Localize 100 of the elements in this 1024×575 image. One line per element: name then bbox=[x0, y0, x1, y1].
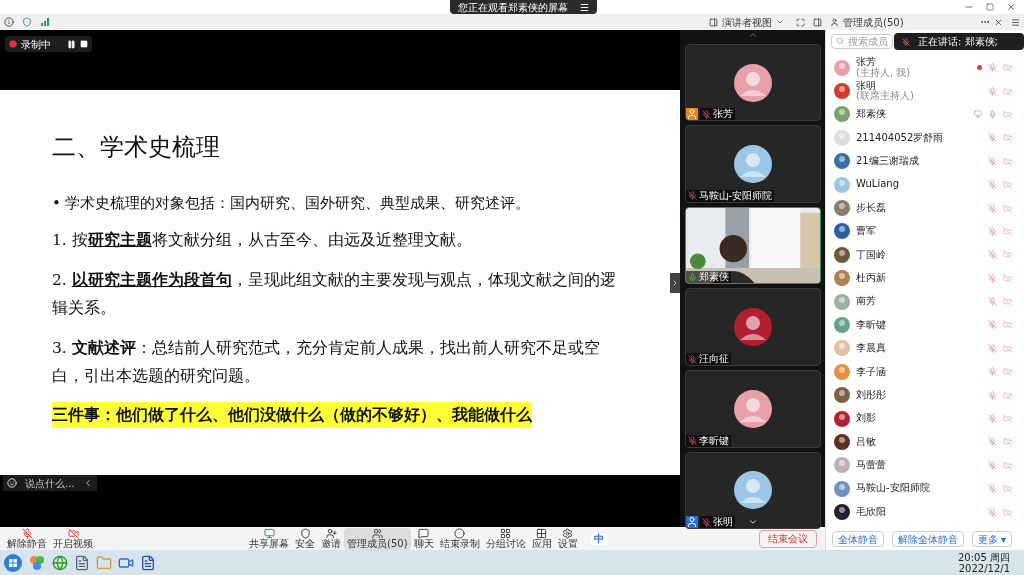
member-row[interactable]: 南芳 bbox=[826, 289, 1024, 314]
mic-off-icon[interactable] bbox=[988, 320, 997, 330]
member-row[interactable]: 李子涵 bbox=[826, 360, 1024, 384]
member-row[interactable]: 丁国岭 bbox=[826, 243, 1024, 267]
camera-off-icon[interactable] bbox=[1003, 109, 1012, 119]
banner-menu[interactable]: ☰ bbox=[580, 0, 589, 15]
mic-off-icon[interactable] bbox=[988, 156, 997, 166]
video-tile[interactable]: 李昕键 bbox=[684, 370, 821, 448]
member-row[interactable]: 马鞍山-安阳师院 bbox=[826, 477, 1024, 501]
app-icon[interactable] bbox=[28, 553, 46, 572]
camera-off-icon[interactable] bbox=[1003, 203, 1012, 213]
toolbar-button[interactable]: 安全 bbox=[292, 527, 318, 550]
mic-off-icon[interactable] bbox=[988, 180, 997, 190]
camera-off-icon[interactable] bbox=[1003, 460, 1012, 470]
video-tile[interactable]: 张明 bbox=[684, 451, 821, 530]
member-row[interactable]: 21编三谢瑞成 bbox=[826, 149, 1024, 173]
camera-off-icon[interactable] bbox=[1003, 63, 1012, 73]
camera-off-icon[interactable] bbox=[1003, 297, 1012, 307]
camera-off-icon[interactable] bbox=[1003, 86, 1012, 96]
camera-off-icon[interactable] bbox=[1003, 367, 1012, 377]
member-row[interactable]: 杜丙新 bbox=[826, 266, 1024, 290]
video-tile[interactable]: 汪向征 bbox=[684, 288, 821, 366]
camera-off-icon[interactable] bbox=[1003, 320, 1012, 330]
member-row[interactable]: 曹军 bbox=[826, 219, 1024, 244]
toolbar-button[interactable]: 共享屏幕 bbox=[246, 527, 292, 550]
toolbar-button[interactable]: 解除静音 bbox=[4, 527, 50, 550]
toolbar-button[interactable]: 分组讨论 bbox=[482, 527, 529, 550]
camera-off-icon[interactable] bbox=[1003, 343, 1012, 353]
member-action-button[interactable]: 解除全体静音 bbox=[891, 530, 964, 547]
mic-off-icon[interactable] bbox=[988, 86, 997, 96]
mic-off-icon[interactable] bbox=[988, 414, 997, 424]
camera-off-icon[interactable] bbox=[1003, 226, 1012, 236]
mic-off-icon[interactable] bbox=[988, 460, 997, 470]
maximize-icon[interactable] bbox=[986, 3, 994, 11]
camera-off-icon[interactable] bbox=[1003, 133, 1012, 143]
camera-off-icon[interactable] bbox=[1003, 484, 1012, 494]
camera-off-icon[interactable] bbox=[1003, 180, 1012, 190]
member-row[interactable]: 郑素侠 bbox=[826, 102, 1024, 127]
end-meeting-button[interactable]: 结束会议 bbox=[759, 529, 817, 548]
camera-off-icon[interactable] bbox=[1003, 390, 1012, 400]
chat-field[interactable]: 说点什么... bbox=[3, 475, 97, 491]
camera-off-icon[interactable] bbox=[1003, 414, 1012, 424]
member-row[interactable]: WuLiang bbox=[826, 172, 1024, 197]
scroll-down-icon[interactable] bbox=[747, 517, 758, 527]
mic-off-icon[interactable] bbox=[988, 437, 997, 447]
mic-off-icon[interactable] bbox=[988, 226, 997, 236]
mic-off-icon[interactable] bbox=[988, 63, 997, 73]
member-action-button[interactable]: 更多 ▾ bbox=[971, 530, 1012, 547]
toolbar-button[interactable]: 聊天 bbox=[410, 527, 437, 550]
mic-off-icon[interactable] bbox=[988, 297, 997, 307]
member-row[interactable]: 李昕键 bbox=[826, 313, 1024, 337]
mic-off-icon[interactable] bbox=[988, 133, 997, 143]
member-row[interactable]: 李晨真 bbox=[826, 336, 1024, 361]
toolbar-button[interactable]: 开启视频 bbox=[50, 527, 96, 550]
mic-off-icon[interactable] bbox=[988, 367, 997, 377]
member-row[interactable]: 刘影 bbox=[826, 406, 1024, 431]
menu-icon[interactable] bbox=[1011, 17, 1020, 27]
member-row[interactable]: 步长磊 bbox=[826, 196, 1024, 220]
toolbar-button[interactable]: 邀请 bbox=[318, 527, 344, 550]
member-row[interactable]: 张明 (联席主持人) bbox=[826, 79, 1024, 103]
document-icon[interactable] bbox=[74, 554, 90, 571]
member-row[interactable]: 马蕾蕾 bbox=[826, 453, 1024, 478]
camera-off-icon[interactable] bbox=[1003, 437, 1012, 447]
video-tile[interactable]: 郑素侠 bbox=[684, 206, 821, 285]
folder-icon[interactable] bbox=[96, 554, 112, 571]
view-button[interactable]: 演讲者视图 bbox=[705, 14, 788, 30]
fullscreen-icon[interactable] bbox=[796, 17, 805, 27]
side-toggle[interactable] bbox=[670, 273, 680, 293]
sidebar-icon[interactable] bbox=[813, 17, 822, 27]
member-row[interactable]: 毛欣阳 bbox=[826, 500, 1024, 524]
camera-off-icon[interactable] bbox=[1003, 156, 1012, 166]
start-icon[interactable] bbox=[4, 553, 22, 572]
stop-icon[interactable] bbox=[80, 40, 88, 48]
mic-off-icon[interactable] bbox=[988, 250, 997, 260]
mic-off-icon[interactable] bbox=[988, 203, 997, 213]
mic-off-icon[interactable] bbox=[988, 484, 997, 494]
member-row[interactable]: 211404052罗舒雨 bbox=[826, 126, 1024, 150]
word-icon[interactable] bbox=[140, 554, 156, 571]
camera-off-icon[interactable] bbox=[1003, 507, 1012, 517]
pause-icon[interactable] bbox=[67, 39, 76, 49]
video-tile[interactable]: 马鞍山-安阳师院 bbox=[684, 125, 821, 203]
mic-off-icon[interactable] bbox=[988, 273, 997, 283]
shield-icon[interactable] bbox=[22, 17, 32, 27]
camera-off-icon[interactable] bbox=[1003, 250, 1012, 260]
mic-off-icon[interactable] bbox=[988, 390, 997, 400]
toolbar-button[interactable]: 结束录制 bbox=[436, 527, 483, 550]
member-row[interactable]: 吕敏 bbox=[826, 430, 1024, 454]
member-action-button[interactable]: 全体静音 bbox=[831, 530, 884, 547]
video-tile[interactable]: 张芳 bbox=[684, 43, 821, 122]
toolbar-button[interactable]: 应用 bbox=[528, 527, 555, 550]
camera-off-icon[interactable] bbox=[1003, 273, 1012, 283]
browser-icon[interactable] bbox=[52, 554, 68, 571]
close-icon[interactable] bbox=[1006, 2, 1016, 12]
info-icon[interactable] bbox=[4, 17, 14, 27]
toolbar-button[interactable]: 设置 bbox=[554, 527, 581, 550]
member-row[interactable]: 张芳 (主持人, 我) bbox=[826, 56, 1024, 80]
scroll-up-icon[interactable] bbox=[747, 30, 758, 40]
mic-off-icon[interactable] bbox=[988, 343, 997, 353]
close-icon[interactable] bbox=[994, 17, 1003, 27]
toolbar-button[interactable]: 管理成员(50) bbox=[344, 527, 411, 550]
